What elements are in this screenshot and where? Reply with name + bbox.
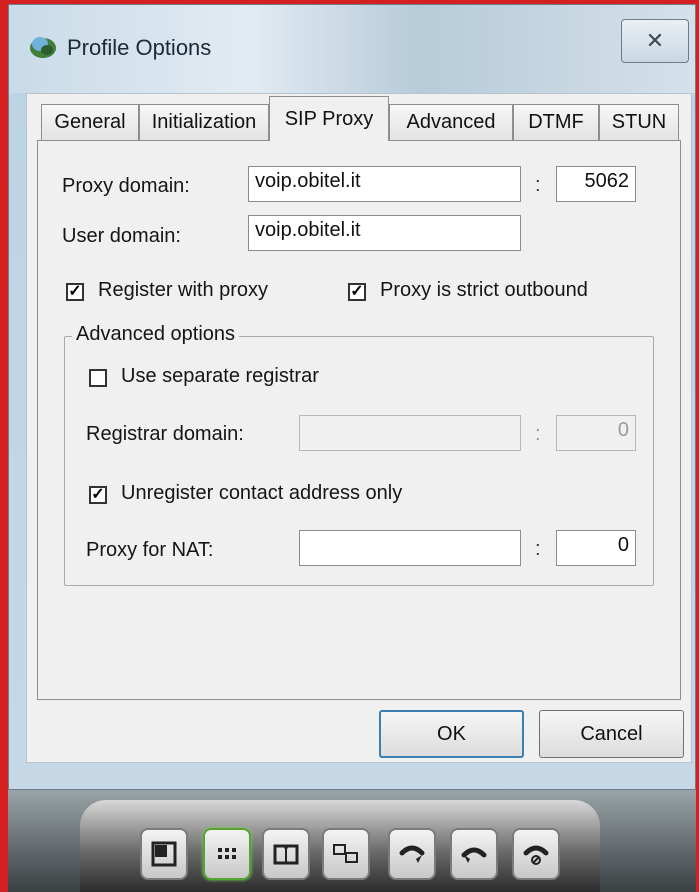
user-domain-input[interactable]: voip.obitel.it — [248, 215, 521, 251]
toolbar-call-button[interactable] — [388, 828, 436, 880]
hangup-icon — [523, 845, 549, 865]
tab-general[interactable]: General — [41, 104, 139, 140]
dialog-title: Profile Options — [67, 35, 212, 60]
ok-button[interactable]: OK — [379, 710, 524, 758]
nat-proxy-label: Proxy for NAT: — [86, 539, 214, 561]
strict-outbound-checkbox[interactable]: ✓ — [348, 283, 366, 301]
tab-sip-proxy[interactable]: SIP Proxy — [269, 96, 389, 141]
nat-port-separator: : — [535, 538, 541, 560]
transfer-icon — [333, 844, 358, 863]
separate-registrar-checkbox[interactable] — [89, 369, 107, 387]
registrar-port-input[interactable]: 0 — [556, 415, 636, 451]
registrar-domain-input[interactable] — [299, 415, 521, 451]
toolbar-phonebook-button[interactable] — [262, 828, 310, 880]
cancel-button[interactable]: Cancel — [539, 710, 684, 758]
proxy-domain-input[interactable]: voip.obitel.it — [248, 166, 521, 202]
app-icon — [30, 37, 56, 58]
registrar-domain-label: Registrar domain: — [86, 423, 244, 445]
nat-proxy-input[interactable] — [299, 530, 521, 566]
tab-label: Initialization — [151, 111, 257, 133]
tab-label: SIP Proxy — [284, 107, 374, 130]
tab-label: Advanced — [406, 111, 496, 133]
window-icon — [151, 841, 177, 867]
register-with-proxy-label[interactable]: Register with proxy — [98, 279, 268, 302]
sip-proxy-panel: Proxy domain: voip.obitel.it : 5062 User… — [37, 140, 681, 700]
toolbar-hold-button[interactable] — [450, 828, 498, 880]
profile-options-dialog: Profile Options ✕ General Initialization… — [8, 4, 696, 790]
advanced-options-title: Advanced options — [72, 323, 240, 346]
proxy-domain-label: Proxy domain: — [62, 175, 190, 197]
toolbar-keypad-button[interactable] — [203, 828, 251, 880]
tab-advanced[interactable]: Advanced — [389, 104, 513, 140]
close-button[interactable]: ✕ — [621, 19, 689, 63]
registrar-port-separator: : — [535, 423, 541, 445]
keypad-icon — [218, 848, 236, 859]
hold-icon — [461, 847, 487, 863]
tab-stun[interactable]: STUN — [599, 104, 679, 140]
register-with-proxy-checkbox[interactable]: ✓ — [66, 283, 84, 301]
toolbar-transfer-button[interactable] — [322, 828, 370, 880]
tab-label: General — [54, 111, 126, 133]
phonebook-icon — [273, 844, 299, 865]
unregister-contact-checkbox[interactable]: ✓ — [89, 486, 107, 504]
separate-registrar-label[interactable]: Use separate registrar — [121, 365, 319, 388]
user-domain-label: User domain: — [62, 225, 181, 247]
toolbar-window-button[interactable] — [140, 828, 188, 880]
port-separator: : — [535, 174, 541, 196]
tab-label: DTMF — [528, 111, 584, 133]
tab-label: STUN — [611, 111, 667, 133]
dialog-body: General Initialization SIP Proxy Advance… — [26, 93, 692, 763]
nat-port-input[interactable]: 0 — [556, 530, 636, 566]
strict-outbound-label[interactable]: Proxy is strict outbound — [380, 279, 588, 302]
unregister-contact-label[interactable]: Unregister contact address only — [121, 482, 402, 505]
toolbar-hangup-button[interactable] — [512, 828, 560, 880]
close-icon: ✕ — [645, 28, 665, 53]
title-bar[interactable]: Profile Options ✕ — [9, 5, 695, 93]
call-icon — [399, 845, 425, 863]
tab-initialization[interactable]: Initialization — [139, 104, 269, 140]
proxy-port-input[interactable]: 5062 — [556, 166, 636, 202]
tab-dtmf[interactable]: DTMF — [513, 104, 599, 140]
